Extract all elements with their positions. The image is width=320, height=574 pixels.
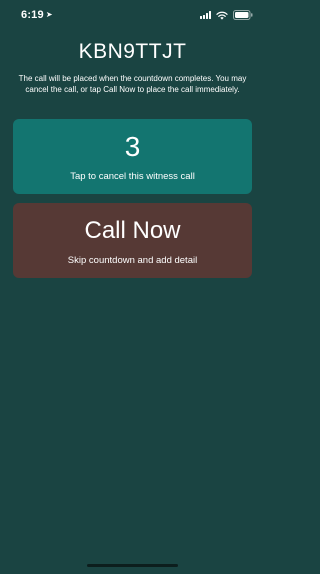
call-now-subtitle: Skip countdown and add detail <box>67 255 198 266</box>
countdown-value: 3 <box>124 131 141 162</box>
callsign-title: KBN9TTJT <box>78 40 187 63</box>
countdown-subtitle: Tap to cancel this witness call <box>70 171 195 182</box>
status-icons <box>200 10 253 20</box>
status-time: 6:19 ➤ <box>21 9 53 21</box>
call-now-button[interactable]: Call Now Skip countdown and add detail <box>13 203 252 278</box>
instructions-text: The call will be placed when the countdo… <box>18 74 247 94</box>
battery-icon <box>233 10 253 20</box>
status-bar: 6:19 ➤ <box>0 0 265 30</box>
cellular-signal-icon <box>200 11 211 19</box>
status-time-text: 6:19 <box>21 9 44 21</box>
cancel-countdown-button[interactable]: 3 Tap to cancel this witness call <box>13 119 252 194</box>
home-indicator[interactable] <box>87 564 178 567</box>
call-now-title: Call Now <box>84 217 181 244</box>
location-arrow-icon: ➤ <box>45 10 53 19</box>
wifi-icon <box>216 11 228 20</box>
